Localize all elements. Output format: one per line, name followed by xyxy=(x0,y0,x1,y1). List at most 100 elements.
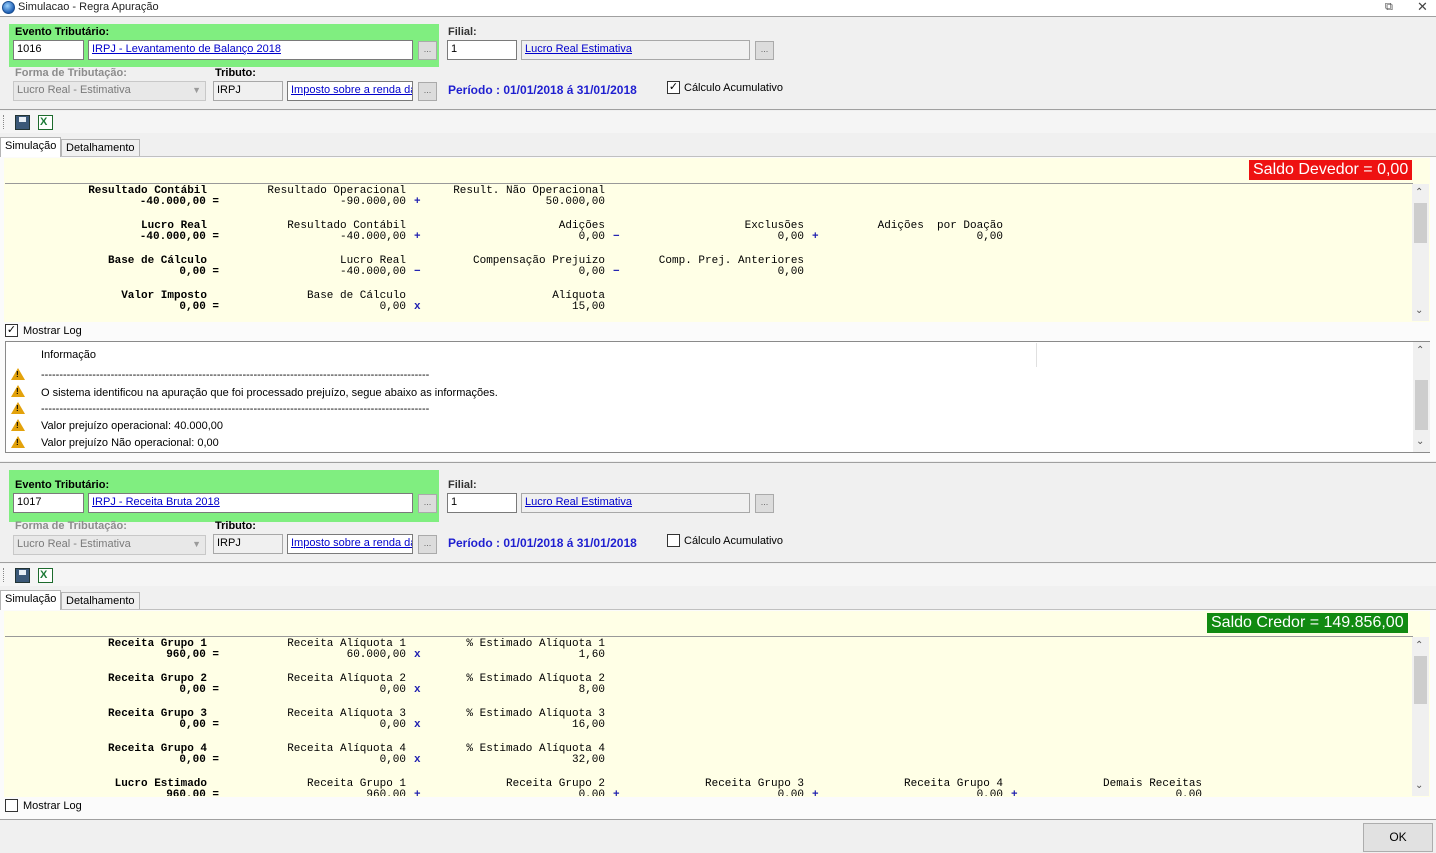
tributo-name-link[interactable]: Imposto sobre a renda da xyxy=(287,81,413,101)
tab-detalhamento[interactable]: Detalhamento xyxy=(61,592,140,610)
chevron-down-icon: ▼ xyxy=(192,539,201,549)
mostrar-log-checkbox[interactable] xyxy=(5,799,18,812)
calculo-acumulativo-label: Cálculo Acumulativo xyxy=(684,535,784,547)
scroll-thumb[interactable] xyxy=(1414,203,1427,243)
filial-name-link[interactable]: Lucro Real Estimativa xyxy=(521,40,750,60)
calc-scrollbar-2[interactable]: ⌃ ⌄ xyxy=(1412,637,1429,796)
tributo-lookup-button[interactable]: ... xyxy=(418,535,437,554)
calc-col-value: 0,00 xyxy=(777,266,804,278)
tributo-code-input[interactable]: IRPJ xyxy=(213,534,283,554)
calculo-acumulativo-checkbox[interactable]: ✓ xyxy=(667,81,680,94)
divider xyxy=(0,462,1436,463)
calc-col-value: 0,00 xyxy=(379,754,406,766)
log-line: Valor prejuízo Não operacional: 0,00 xyxy=(41,437,219,449)
calc-row-total: -40.000,00 = xyxy=(139,231,220,243)
calc-row-total: 0,00 = xyxy=(179,754,219,766)
scroll-thumb[interactable] xyxy=(1414,656,1427,704)
toolbar xyxy=(0,111,1436,133)
scroll-up-icon[interactable]: ⌃ xyxy=(1415,640,1423,651)
filial-code-input[interactable]: 1 xyxy=(447,493,517,513)
scroll-down-icon[interactable]: ⌄ xyxy=(1415,780,1423,791)
scroll-down-icon[interactable]: ⌄ xyxy=(1416,436,1424,447)
calc-operator: + xyxy=(812,789,819,797)
calc-operator: + xyxy=(414,789,421,797)
toolbar xyxy=(0,564,1436,586)
calc-col-value: 0,00 xyxy=(379,719,406,731)
scroll-down-icon[interactable]: ⌄ xyxy=(1415,305,1423,316)
calc-col-value: -40.000,00 xyxy=(340,266,407,278)
scroll-up-icon[interactable]: ⌃ xyxy=(1416,345,1424,356)
chevron-down-icon: ▼ xyxy=(192,85,201,95)
forma-label: Forma de Tributação: xyxy=(15,520,127,532)
calc-col-value: 60.000,00 xyxy=(346,649,407,661)
save-icon[interactable] xyxy=(15,568,30,583)
calc-col-value: 0,00 xyxy=(578,231,605,243)
calc-border xyxy=(5,183,1413,184)
save-icon[interactable] xyxy=(15,115,30,130)
calc-row-total: 0,00 = xyxy=(179,684,219,696)
forma-label: Forma de Tributação: xyxy=(15,67,127,79)
calc-col-value: 0,00 xyxy=(1175,789,1202,797)
calc-col-value: 0,00 xyxy=(777,789,804,797)
evento-label: Evento Tributário: xyxy=(15,26,110,38)
calc-clip: Receita Grupo 1 960,00 = Receita Alíquota … xyxy=(0,637,1412,797)
app-icon xyxy=(2,1,15,14)
saldo-credor-badge: Saldo Credor = 149.856,00 xyxy=(1207,613,1408,633)
restore-icon[interactable]: ⧉ xyxy=(1385,1,1393,14)
forma-select[interactable]: Lucro Real - Estimativa ▼ xyxy=(13,535,206,555)
mostrar-log-label: Mostrar Log xyxy=(23,800,82,812)
calc-col-value: 50.000,00 xyxy=(545,196,606,208)
log-line: O sistema identificou na apuração que fo… xyxy=(41,387,498,399)
calc-row-total: 0,00 = xyxy=(179,719,219,731)
periodo-label: Período : 01/01/2018 á 31/01/2018 xyxy=(448,536,637,550)
calc-operator: + xyxy=(414,231,421,243)
evento-code-input[interactable]: 1017 xyxy=(13,493,84,513)
calc-col-value: 0,00 xyxy=(578,789,605,797)
excel-export-icon[interactable] xyxy=(38,568,53,583)
calc-col-value: 8,00 xyxy=(578,684,605,696)
tab-detalhamento[interactable]: Detalhamento xyxy=(61,139,140,157)
warning-icon xyxy=(11,368,25,380)
filial-code-input[interactable]: 1 xyxy=(447,40,517,60)
toolbar-grip xyxy=(3,115,5,129)
calc-col-value: 16,00 xyxy=(572,719,606,731)
tab-simulacao[interactable]: Simulação xyxy=(0,590,62,610)
excel-export-icon[interactable] xyxy=(38,115,53,130)
calculo-acumulativo-checkbox[interactable] xyxy=(667,534,680,547)
warning-icon xyxy=(11,402,25,414)
calc-operator: x xyxy=(414,684,421,696)
calc-row-total: 0,00 = xyxy=(179,301,219,313)
tab-simulacao[interactable]: Simulação xyxy=(0,137,62,157)
calc-operator: − xyxy=(613,266,620,278)
tributo-lookup-button[interactable]: ... xyxy=(418,82,437,101)
filial-lookup-button[interactable]: ... xyxy=(755,41,774,60)
calc-operator: + xyxy=(1011,789,1018,797)
calc-operator: x xyxy=(414,754,421,766)
calc-operator: − xyxy=(414,266,421,278)
forma-select[interactable]: Lucro Real - Estimativa ▼ xyxy=(13,81,206,101)
mostrar-log-checkbox[interactable]: ✓ xyxy=(5,324,18,337)
scroll-thumb[interactable] xyxy=(1415,380,1428,430)
filial-lookup-button[interactable]: ... xyxy=(755,494,774,513)
warning-icon xyxy=(11,385,25,397)
tributo-label: Tributo: xyxy=(215,520,256,532)
evento-code-input[interactable]: 1016 xyxy=(13,40,84,60)
tributo-name-link[interactable]: Imposto sobre a renda da xyxy=(287,534,413,554)
calc-row-total: 960,00 = xyxy=(166,789,219,797)
log-scrollbar[interactable]: ⌃ ⌄ xyxy=(1413,342,1430,452)
evento-name-link[interactable]: IRPJ - Receita Bruta 2018 xyxy=(88,493,413,513)
divider xyxy=(0,819,1436,820)
scroll-up-icon[interactable]: ⌃ xyxy=(1415,187,1423,198)
evento-name-link[interactable]: IRPJ - Levantamento de Balanço 2018 xyxy=(88,40,413,60)
ok-button[interactable]: OK xyxy=(1363,823,1433,852)
log-line: Valor prejuízo operacional: 40.000,00 xyxy=(41,420,224,432)
calc-col-value: 0,00 xyxy=(976,789,1003,797)
calc-operator: + xyxy=(613,789,620,797)
calc-col-value: 960,00 xyxy=(366,789,406,797)
close-icon[interactable]: ✕ xyxy=(1417,0,1428,15)
filial-name-link[interactable]: Lucro Real Estimativa xyxy=(521,493,750,513)
tributo-code-input[interactable]: IRPJ xyxy=(213,81,283,101)
calc-scrollbar-1[interactable]: ⌃ ⌄ xyxy=(1412,184,1429,321)
evento-lookup-button[interactable]: ... xyxy=(418,494,437,513)
evento-lookup-button[interactable]: ... xyxy=(418,41,437,60)
